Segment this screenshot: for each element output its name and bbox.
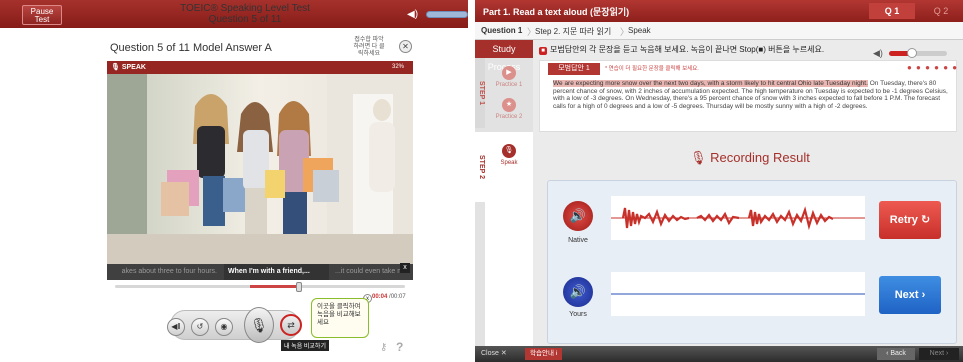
back-button[interactable]: ‹ Back [877, 348, 915, 360]
close-button[interactable]: Close ✕ [481, 349, 507, 357]
breadcrumb: Question 1 〉 Step 2. 지문 따라 읽기 〉 Speak ◀) [475, 22, 963, 58]
native-label: Native [568, 237, 588, 244]
page-title: Question 5 of 11 Model Answer A [110, 42, 272, 54]
time-total: /00:07 [389, 294, 406, 300]
part-header: Part 1. Read a text aloud (문장읽기) Q 1 Q 2 [475, 0, 963, 22]
model-answer-tab[interactable]: 모범답안 1 [548, 63, 600, 75]
passage-text[interactable]: We are expecting more snow over the next… [553, 80, 951, 111]
chevron-right-icon: › [944, 350, 949, 357]
photo-illustration [107, 74, 413, 264]
read-aloud-window: Part 1. Read a text aloud (문장읽기) Q 1 Q 2… [475, 0, 963, 362]
back-label: Back [890, 350, 906, 357]
key-icon[interactable]: ⚷ [380, 342, 387, 353]
crumb-question[interactable]: Question 1 [481, 26, 522, 35]
record-mic-button[interactable]: 🎙 [244, 307, 274, 343]
sidebar-item-practice2[interactable]: ★ Practice 2 [487, 98, 531, 120]
time-readout: 00:04 /00:07 [372, 294, 406, 300]
star-icon: ★ [502, 98, 516, 112]
sidebar-item-practice1[interactable]: ▶ Practice 1 [487, 66, 531, 88]
pause-test-button[interactable]: Pause Test [22, 5, 62, 25]
speak-label: SPEAK [121, 64, 146, 71]
caption-close-icon[interactable]: x [400, 263, 410, 273]
question-icon[interactable]: ? [396, 340, 403, 354]
info-icon: ■ [539, 47, 547, 55]
compare-recording-button[interactable]: ⇄ [280, 314, 302, 336]
compare-callout: 이곳을 클릭하여 녹음을 비교해보세요 [311, 298, 369, 338]
app-title: TOEIC® Speaking Level Test [180, 3, 310, 14]
mic-icon: 🎙 [502, 144, 516, 158]
volume-icon: ◀) [407, 9, 419, 20]
caption-bar: akes about three to four hours. When I'm… [107, 264, 413, 280]
learning-guide-button[interactable]: 학습안내 i [525, 348, 563, 360]
page-dots[interactable]: ● ● ● ● ● ● [907, 63, 958, 72]
speak-header: 🎙 SPEAK [107, 61, 413, 74]
sidebar-item-label: Practice 1 [495, 82, 523, 88]
volume-handle[interactable] [907, 48, 917, 58]
part-title: Part 1. Read a text aloud (문장읽기) [483, 7, 630, 17]
retry-label: Retry [889, 214, 918, 226]
time-current: 00:04 [372, 294, 388, 300]
next-button[interactable]: Next › [879, 276, 941, 314]
instruction-text: 모범답안의 각 문장을 듣고 녹음해 보세요. 녹음이 끝나면 Stop(■) … [550, 45, 825, 54]
native-waveform-graphic [611, 206, 865, 231]
progress-fill [250, 285, 300, 288]
crumb-step[interactable]: Step 2. 지문 따라 읽기 [535, 26, 611, 37]
bottom-bar: Close ✕ 학습안내 i ‹ Back Next › [475, 346, 963, 362]
speak-percent: 32% [392, 64, 405, 70]
progress-handle[interactable] [296, 282, 302, 292]
retry-button[interactable]: Retry ↻ [879, 201, 941, 239]
speaking-test-window: Pause Test TOEIC® Speaking Level Test Qu… [0, 0, 468, 362]
next-small-label: Next [929, 350, 945, 357]
sidebar-item-speak[interactable]: 🎙 Speak [487, 144, 531, 166]
sidebar-item-label: Practice 2 [495, 114, 523, 120]
instruction: ■ 모범답안의 각 문장을 듣고 녹음해 보세요. 녹음이 끝나면 Stop(■)… [539, 44, 824, 55]
chevron-right-icon: › [921, 289, 926, 301]
hint-text: 접수합 파악하려면 다 클릭하세요 [353, 37, 385, 57]
tab-q2[interactable]: Q 2 [921, 3, 961, 19]
listen-button[interactable]: ◉ [215, 318, 233, 336]
native-waveform [611, 196, 865, 240]
test-title: TOEIC® Speaking Level Test Question 5 of… [150, 3, 340, 25]
refresh-icon: ↻ [920, 214, 931, 226]
native-play-button[interactable]: 🔊 [563, 201, 593, 231]
yours-waveform-graphic [611, 293, 865, 295]
passage-highlight[interactable]: We are expecting more snow over the next… [553, 80, 868, 87]
next-small-button[interactable]: Next › [919, 348, 959, 360]
compare-tooltip: 내 녹음 비교하기 [281, 340, 329, 351]
info-icon: i [555, 350, 558, 357]
shopping-photo [107, 74, 413, 264]
step2-tab[interactable]: STEP 2 [475, 132, 485, 202]
mic-outline-icon: 🎙 [690, 150, 711, 165]
caption-current[interactable]: When I'm with a friend,... [224, 264, 329, 280]
next-label: Next [894, 289, 919, 301]
rewind-button[interactable]: ◀‖ [167, 318, 185, 336]
yours-label: Yours [569, 311, 587, 318]
recording-result-label: Recording Result [710, 150, 810, 165]
step1-tab[interactable]: STEP 1 [475, 58, 485, 128]
practice-icon: ▶ [502, 66, 516, 80]
learn-guide-label: 학습안내 [530, 350, 554, 357]
caption-prev[interactable]: akes about three to four hours. [107, 264, 217, 280]
close-icon[interactable]: ✕ [399, 40, 412, 53]
question-counter: Question 5 of 11 [208, 14, 282, 25]
volume-slider[interactable] [426, 11, 468, 18]
tab-q1[interactable]: Q 1 [869, 3, 915, 19]
yours-waveform [611, 272, 865, 316]
sidebar-item-label: Speak [500, 160, 518, 166]
close-label: Close [481, 350, 499, 357]
volume-icon: ◀) [873, 48, 883, 58]
model-hint: * 연습이 더 필요한 문장을 클릭해 보세요. [605, 66, 699, 72]
yours-play-button[interactable]: 🔊 [563, 277, 593, 307]
study-process-label: Study Process [475, 40, 533, 72]
close-icon: ✕ [500, 350, 507, 357]
crumb-speak[interactable]: Speak [628, 26, 651, 35]
replay-button[interactable]: ↺ [191, 318, 209, 336]
recording-result-title: 🎙 Recording Result [690, 150, 810, 166]
